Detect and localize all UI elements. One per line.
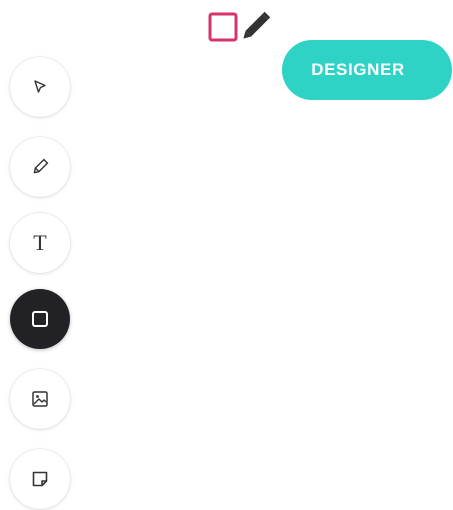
pencil-tool-button[interactable] [10,137,70,197]
designer-button-label: DESIGNER [311,60,405,79]
sticky-note-icon [31,470,49,488]
image-icon [31,390,49,408]
square-pencil-logo-icon [206,10,272,50]
logo [206,10,272,50]
pencil-icon [31,158,49,176]
text-icon: T [33,230,47,255]
rectangle-tool-button[interactable] [10,289,70,349]
image-tool-button[interactable] [10,369,70,429]
designer-button[interactable]: DESIGNER [282,40,452,100]
sticky-note-tool-button[interactable] [10,449,70,509]
text-tool-button[interactable]: T [10,213,70,273]
square-icon [31,310,49,328]
cursor-arrow-icon [32,79,48,95]
select-tool-button[interactable] [10,57,70,117]
